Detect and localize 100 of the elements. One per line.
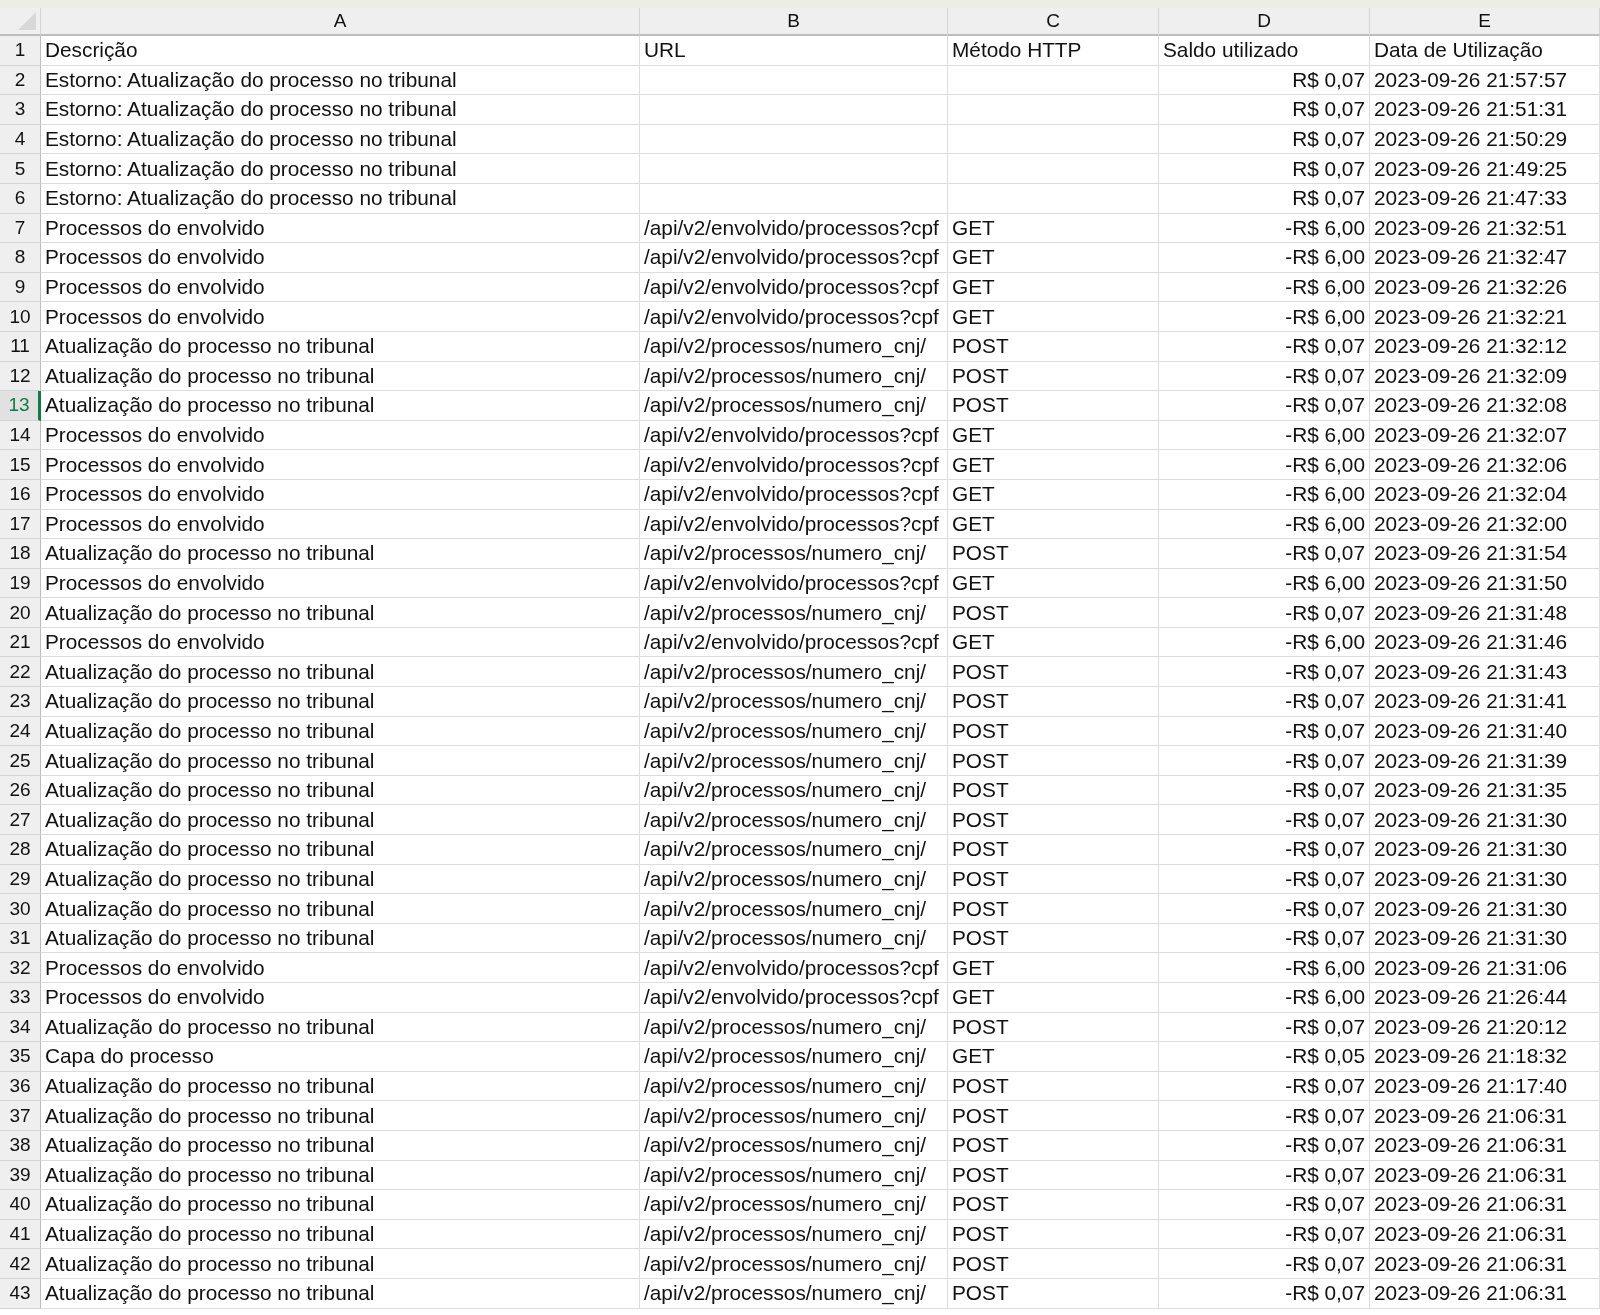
row-header[interactable]: 21 xyxy=(0,627,41,658)
table-cell: -R$ 0,07 xyxy=(1159,805,1370,836)
row-header[interactable]: 34 xyxy=(0,1012,41,1043)
table-cell: GET xyxy=(948,213,1159,244)
row-header[interactable]: 35 xyxy=(0,1042,41,1072)
table-cell: /api/v2/processos/numero_cnj/ xyxy=(640,864,948,895)
row-header[interactable]: 37 xyxy=(0,1101,41,1131)
table-cell: 2023-09-26 21:31:43 xyxy=(1370,657,1600,688)
row-header[interactable]: 13 xyxy=(0,391,41,421)
row-header[interactable]: 39 xyxy=(0,1160,41,1191)
row-header[interactable]: 38 xyxy=(0,1130,41,1161)
row-header[interactable]: 10 xyxy=(0,302,41,332)
table-cell: 2023-09-26 21:31:35 xyxy=(1370,775,1600,806)
row-header[interactable]: 16 xyxy=(0,479,41,510)
row-header[interactable]: 7 xyxy=(0,213,41,244)
table-cell: GET xyxy=(948,983,1159,1013)
row-header[interactable]: 19 xyxy=(0,568,41,599)
table-cell: /api/v2/envolvido/processos?cpf xyxy=(640,450,948,480)
table-cell: POST xyxy=(948,923,1159,954)
row-header[interactable]: 1 xyxy=(0,36,41,66)
table-cell: /api/v2/processos/numero_cnj/ xyxy=(640,687,948,717)
table-cell: R$ 0,07 xyxy=(1159,154,1370,184)
row-header[interactable]: 26 xyxy=(0,775,41,806)
table-cell: Capa do processo xyxy=(41,1042,640,1072)
column-header[interactable]: D xyxy=(1159,8,1370,36)
header-cell: Descrição xyxy=(41,36,640,66)
row-header[interactable]: 36 xyxy=(0,1071,41,1102)
row-header[interactable]: 25 xyxy=(0,746,41,776)
table-cell: 2023-09-26 21:06:31 xyxy=(1370,1101,1600,1131)
row-header[interactable]: 9 xyxy=(0,272,41,303)
table-cell: /api/v2/processos/numero_cnj/ xyxy=(640,598,948,628)
table-cell: /api/v2/envolvido/processos?cpf xyxy=(640,420,948,451)
table-cell: -R$ 0,07 xyxy=(1159,331,1370,362)
row-header[interactable]: 30 xyxy=(0,894,41,924)
row-header[interactable]: 31 xyxy=(0,923,41,954)
row-header[interactable]: 23 xyxy=(0,687,41,717)
column-header[interactable]: E xyxy=(1370,8,1600,36)
table-cell: POST xyxy=(948,1190,1159,1220)
table-cell: Atualização do processo no tribunal xyxy=(41,923,640,954)
row-header[interactable]: 3 xyxy=(0,95,41,125)
row-header[interactable]: 28 xyxy=(0,835,41,865)
table-cell: POST xyxy=(948,775,1159,806)
table-cell: POST xyxy=(948,805,1159,836)
table-cell: 2023-09-26 21:32:06 xyxy=(1370,450,1600,480)
column-header[interactable]: A xyxy=(41,8,640,36)
table-cell: POST xyxy=(948,687,1159,717)
row-header[interactable]: 18 xyxy=(0,539,41,569)
table-cell: -R$ 6,00 xyxy=(1159,450,1370,480)
row-header[interactable]: 2 xyxy=(0,65,41,96)
table-cell: /api/v2/processos/numero_cnj/ xyxy=(640,716,948,747)
table-cell: -R$ 6,00 xyxy=(1159,272,1370,303)
row-header[interactable]: 22 xyxy=(0,657,41,688)
row-header[interactable]: 6 xyxy=(0,183,41,214)
table-cell: GET xyxy=(948,272,1159,303)
table-cell: Atualização do processo no tribunal xyxy=(41,1101,640,1131)
row-header[interactable]: 40 xyxy=(0,1190,41,1220)
table-cell: /api/v2/envolvido/processos?cpf xyxy=(640,213,948,244)
table-cell: 2023-09-26 21:31:39 xyxy=(1370,746,1600,776)
table-cell: -R$ 0,07 xyxy=(1159,1190,1370,1220)
table-cell: GET xyxy=(948,568,1159,599)
table-cell: /api/v2/processos/numero_cnj/ xyxy=(640,894,948,924)
table-cell: -R$ 0,07 xyxy=(1159,687,1370,717)
table-cell: Processos do envolvido xyxy=(41,627,640,658)
table-cell: /api/v2/envolvido/processos?cpf xyxy=(640,627,948,658)
table-cell: POST xyxy=(948,746,1159,776)
table-cell: Processos do envolvido xyxy=(41,953,640,983)
table-cell: Atualização do processo no tribunal xyxy=(41,361,640,392)
row-header[interactable]: 27 xyxy=(0,805,41,836)
table-cell: Atualização do processo no tribunal xyxy=(41,657,640,688)
row-header[interactable]: 41 xyxy=(0,1219,41,1250)
table-cell: 2023-09-26 21:31:06 xyxy=(1370,953,1600,983)
row-header[interactable]: 12 xyxy=(0,361,41,392)
row-header[interactable]: 32 xyxy=(0,953,41,983)
row-header[interactable]: 11 xyxy=(0,331,41,362)
column-header[interactable]: B xyxy=(640,8,948,36)
row-header[interactable]: 4 xyxy=(0,124,41,155)
row-header[interactable]: 29 xyxy=(0,864,41,895)
row-header[interactable]: 15 xyxy=(0,450,41,480)
table-cell: POST xyxy=(948,539,1159,569)
row-header[interactable]: 43 xyxy=(0,1278,41,1309)
table-cell: Atualização do processo no tribunal xyxy=(41,775,640,806)
row-header[interactable]: 24 xyxy=(0,716,41,747)
table-cell: Processos do envolvido xyxy=(41,568,640,599)
row-header[interactable]: 8 xyxy=(0,243,41,273)
table-cell: POST xyxy=(948,1071,1159,1102)
row-header[interactable]: 33 xyxy=(0,983,41,1013)
row-header[interactable]: 14 xyxy=(0,420,41,451)
table-cell: /api/v2/envolvido/processos?cpf xyxy=(640,479,948,510)
table-cell: Processos do envolvido xyxy=(41,272,640,303)
table-cell: -R$ 6,00 xyxy=(1159,243,1370,273)
table-cell: 2023-09-26 21:06:31 xyxy=(1370,1219,1600,1250)
table-cell: -R$ 6,00 xyxy=(1159,509,1370,540)
table-cell: POST xyxy=(948,361,1159,392)
row-header[interactable]: 42 xyxy=(0,1249,41,1279)
table-cell: Atualização do processo no tribunal xyxy=(41,1249,640,1279)
column-header[interactable]: C xyxy=(948,8,1159,36)
row-header[interactable]: 5 xyxy=(0,154,41,184)
row-header[interactable]: 20 xyxy=(0,598,41,628)
table-cell: GET xyxy=(948,627,1159,658)
row-header[interactable]: 17 xyxy=(0,509,41,540)
